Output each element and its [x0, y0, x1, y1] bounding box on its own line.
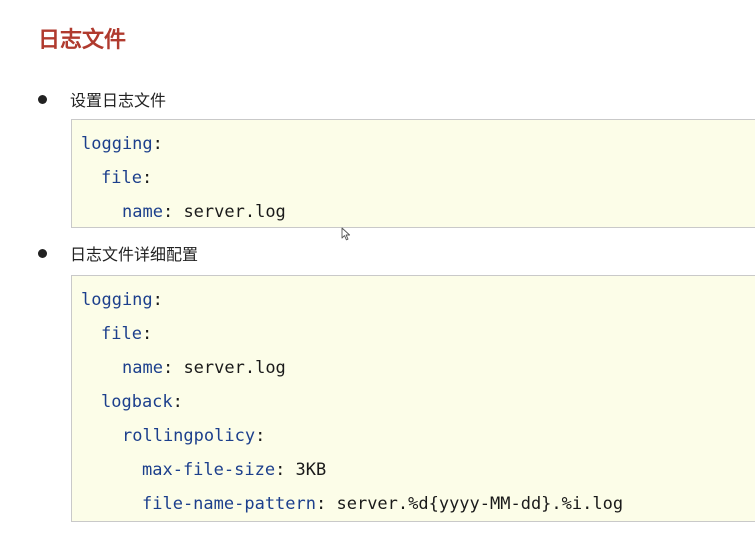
code-key: name [122, 202, 163, 222]
code-line: max-file-size: 3KB [81, 455, 755, 489]
code-line: name: server.log [81, 353, 755, 387]
code-value: server.log [173, 358, 286, 378]
code-line: logging: [81, 129, 755, 163]
mouse-pointer-icon [341, 227, 351, 241]
code-line: name: server.log [81, 197, 755, 231]
code-key: rollingpolicy [122, 426, 256, 446]
code-line: rollingpolicy: [81, 421, 755, 455]
bullet-item-log-file-detail-config: 日志文件详细配置 [38, 241, 198, 265]
code-colon: : [162, 358, 174, 378]
bullet-dot-icon [38, 248, 47, 258]
code-line: logback: [81, 387, 755, 421]
code-colon: : [152, 134, 163, 154]
code-key: logging [81, 134, 153, 154]
code-line: file-name-pattern: server.%d{yyyy-MM-dd}… [81, 489, 755, 523]
bullet-label: 设置日志文件 [70, 91, 167, 110]
code-colon: : [255, 426, 266, 446]
code-colon: : [172, 392, 183, 412]
code-key: file [101, 168, 142, 188]
code-key: name [122, 358, 163, 378]
bullet-dot-icon [38, 94, 47, 104]
code-key: file [101, 324, 142, 344]
code-key: file-name-pattern [142, 494, 316, 514]
code-value: 3KB [285, 460, 327, 480]
code-value: server.%d{yyyy-MM-dd}.%i.log [326, 494, 624, 514]
code-colon: : [141, 168, 153, 188]
bullet-label: 日志文件详细配置 [70, 245, 199, 264]
page-title: 日志文件 [38, 28, 127, 53]
code-colon: : [152, 290, 163, 310]
code-colon: : [162, 202, 174, 222]
code-key: logging [81, 290, 153, 310]
code-key: logback [101, 392, 173, 412]
code-line: file: [81, 319, 755, 353]
code-colon: : [316, 494, 327, 514]
code-colon: : [275, 460, 286, 480]
code-value: server.log [173, 202, 286, 222]
code-block-detailed: logging: file: name: server.log logback:… [71, 275, 755, 522]
code-key: max-file-size [142, 460, 276, 480]
code-block-basic: logging: file: name: server.log [71, 119, 755, 228]
code-colon: : [141, 324, 153, 344]
code-line: logging: [81, 285, 755, 319]
code-line: file: [81, 163, 755, 197]
bullet-item-set-log-file: 设置日志文件 [38, 87, 166, 111]
